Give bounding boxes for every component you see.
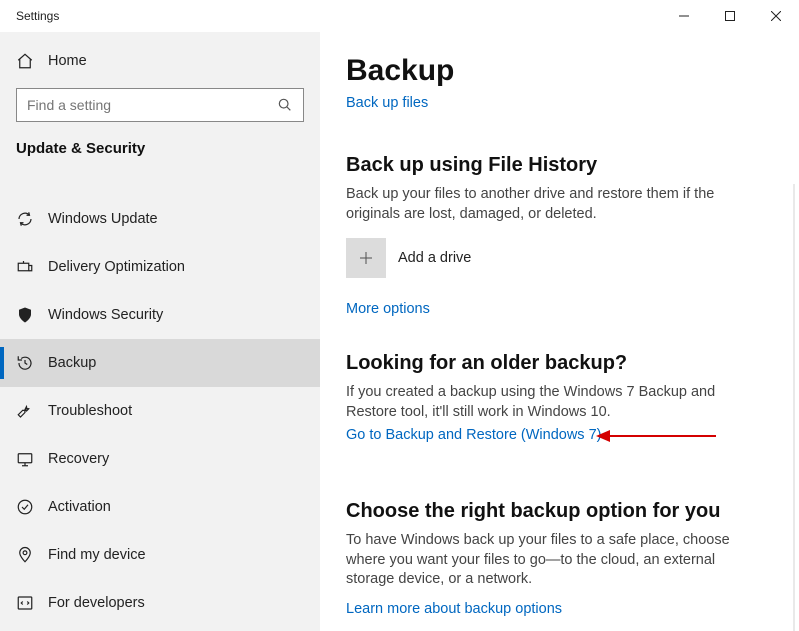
sidebar: Home Update & Security Windows Update De…	[0, 32, 320, 631]
minimize-icon	[679, 11, 689, 21]
choose-body: To have Windows back up your files to a …	[346, 531, 766, 590]
older-backup-heading: Looking for an older backup?	[346, 352, 781, 375]
code-icon	[16, 594, 34, 612]
nav-label: Activation	[48, 499, 111, 515]
search-box[interactable]	[16, 88, 304, 122]
nav-label: Windows Security	[48, 307, 163, 323]
learn-more-link[interactable]: Learn more about backup options	[346, 601, 562, 617]
search-wrap	[16, 88, 304, 122]
search-input[interactable]	[27, 97, 277, 113]
choose-heading: Choose the right backup option for you	[346, 500, 781, 523]
nav-label: Windows Update	[48, 211, 158, 227]
plus-tile	[346, 238, 386, 278]
home-label: Home	[48, 53, 87, 69]
file-history-body: Back up your files to another drive and …	[346, 185, 766, 224]
backup-restore-win7-link[interactable]: Go to Backup and Restore (Windows 7)	[346, 427, 601, 443]
nav-delivery-optimization[interactable]: Delivery Optimization	[0, 243, 320, 291]
file-history-heading: Back up using File History	[346, 154, 781, 177]
home-link[interactable]: Home	[0, 44, 320, 78]
search-icon	[277, 97, 293, 113]
maximize-button[interactable]	[707, 1, 753, 31]
nav-windows-security[interactable]: Windows Security	[0, 291, 320, 339]
content: Home Update & Security Windows Update De…	[0, 32, 799, 631]
nav-activation[interactable]: Activation	[0, 483, 320, 531]
backup-files-link[interactable]: Back up files	[346, 95, 428, 111]
add-drive-label: Add a drive	[398, 250, 471, 266]
scrollbar[interactable]	[787, 184, 799, 631]
nav-troubleshoot[interactable]: Troubleshoot	[0, 387, 320, 435]
backup-icon	[16, 354, 34, 372]
section-title: Update & Security	[0, 140, 320, 157]
home-icon	[16, 52, 34, 70]
minimize-button[interactable]	[661, 1, 707, 31]
nav-label: For developers	[48, 595, 145, 611]
nav-label: Recovery	[48, 451, 109, 467]
more-options-link[interactable]: More options	[346, 301, 430, 317]
wrench-icon	[16, 402, 34, 420]
older-backup-body: If you created a backup using the Window…	[346, 383, 766, 422]
nav-recovery[interactable]: Recovery	[0, 435, 320, 483]
nav-list: Windows Update Delivery Optimization Win…	[0, 195, 320, 627]
sync-icon	[16, 210, 34, 228]
location-icon	[16, 546, 34, 564]
maximize-icon	[725, 11, 735, 21]
nav-windows-update[interactable]: Windows Update	[0, 195, 320, 243]
nav-label: Troubleshoot	[48, 403, 132, 419]
page-title: Backup	[346, 54, 781, 88]
titlebar: Settings	[0, 0, 799, 32]
window-title: Settings	[0, 9, 59, 23]
close-icon	[771, 11, 781, 21]
nav-label: Find my device	[48, 547, 146, 563]
close-button[interactable]	[753, 1, 799, 31]
nav-label: Backup	[48, 355, 96, 371]
delivery-icon	[16, 258, 34, 276]
shield-icon	[16, 306, 34, 324]
plus-icon	[357, 249, 375, 267]
nav-find-my-device[interactable]: Find my device	[0, 531, 320, 579]
recovery-icon	[16, 450, 34, 468]
nav-for-developers[interactable]: For developers	[0, 579, 320, 627]
nav-backup[interactable]: Backup	[0, 339, 320, 387]
check-circle-icon	[16, 498, 34, 516]
add-drive-button[interactable]: Add a drive	[346, 238, 781, 278]
main-panel: Backup Back up files Back up using File …	[320, 32, 799, 631]
nav-label: Delivery Optimization	[48, 259, 185, 275]
annotation-arrow-icon	[596, 426, 716, 446]
